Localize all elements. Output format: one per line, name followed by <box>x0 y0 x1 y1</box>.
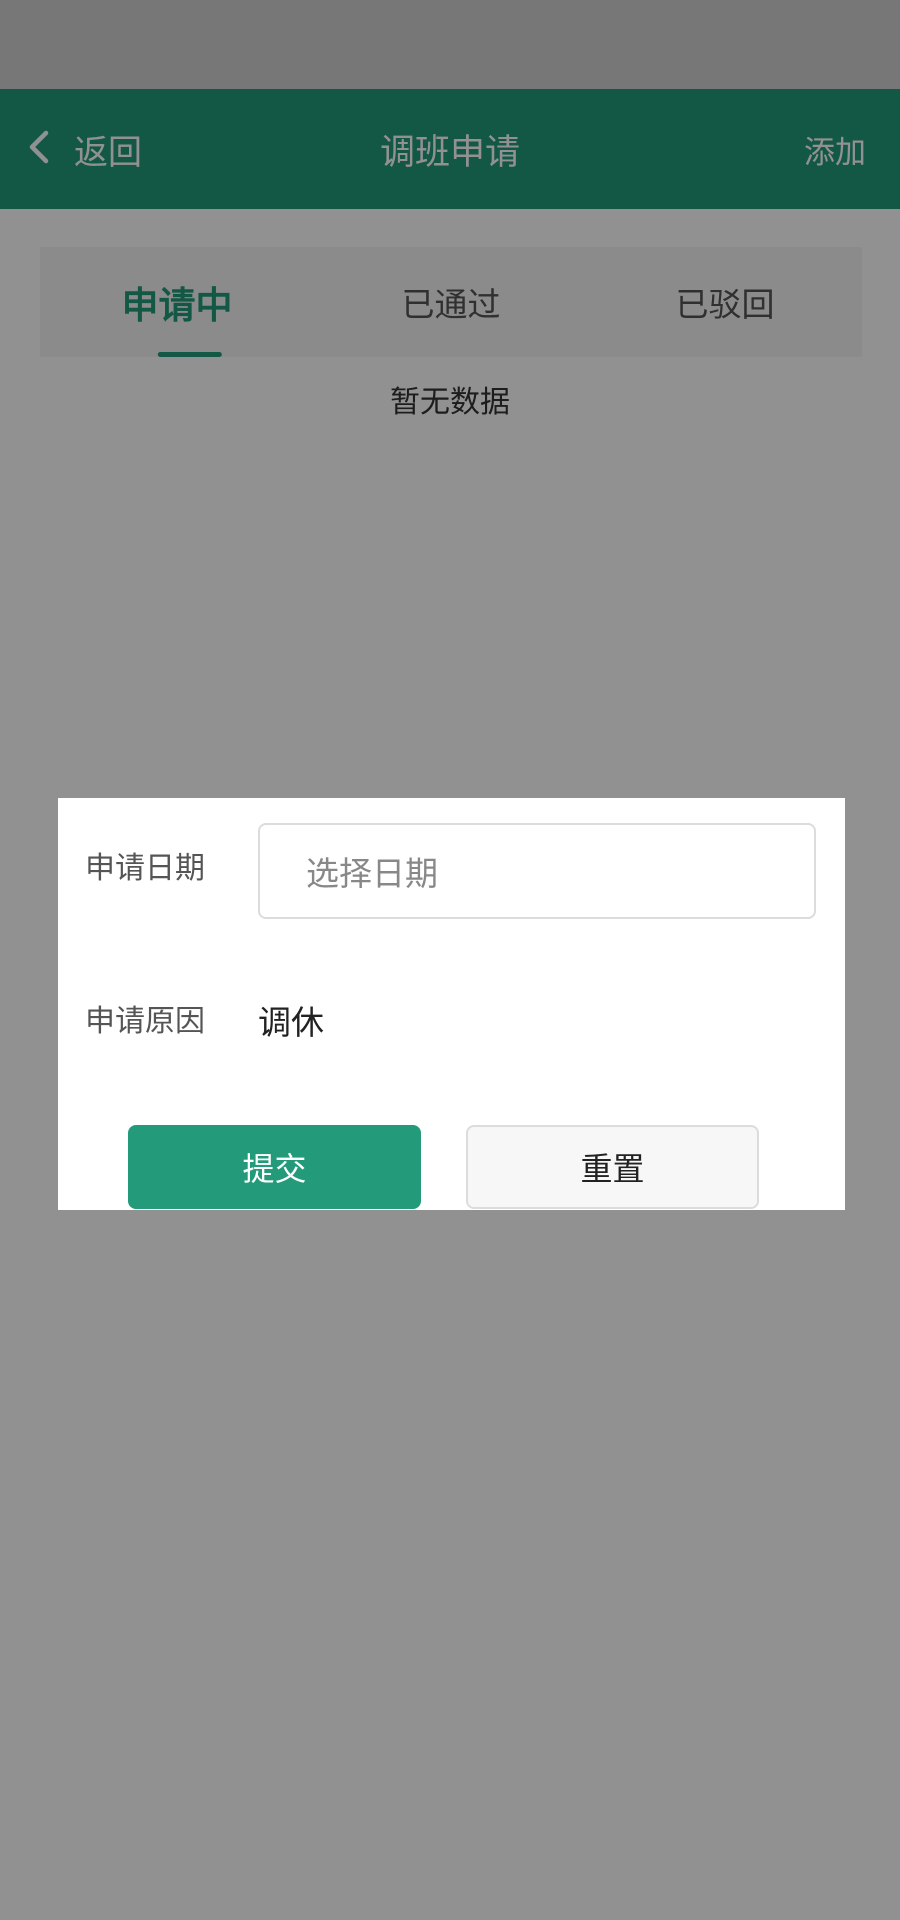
submit-button[interactable]: 提交 <box>128 1125 421 1209</box>
apply-dialog: 申请日期 选择日期 申请原因 调休 提交 重置 <box>58 798 845 1210</box>
reason-label: 申请原因 <box>85 1004 205 1039</box>
date-placeholder: 选择日期 <box>306 854 438 893</box>
date-label: 申请日期 <box>85 851 205 886</box>
reason-value[interactable]: 调休 <box>258 996 324 1044</box>
reset-button[interactable]: 重置 <box>466 1125 759 1209</box>
date-picker-input[interactable]: 选择日期 <box>258 823 816 919</box>
